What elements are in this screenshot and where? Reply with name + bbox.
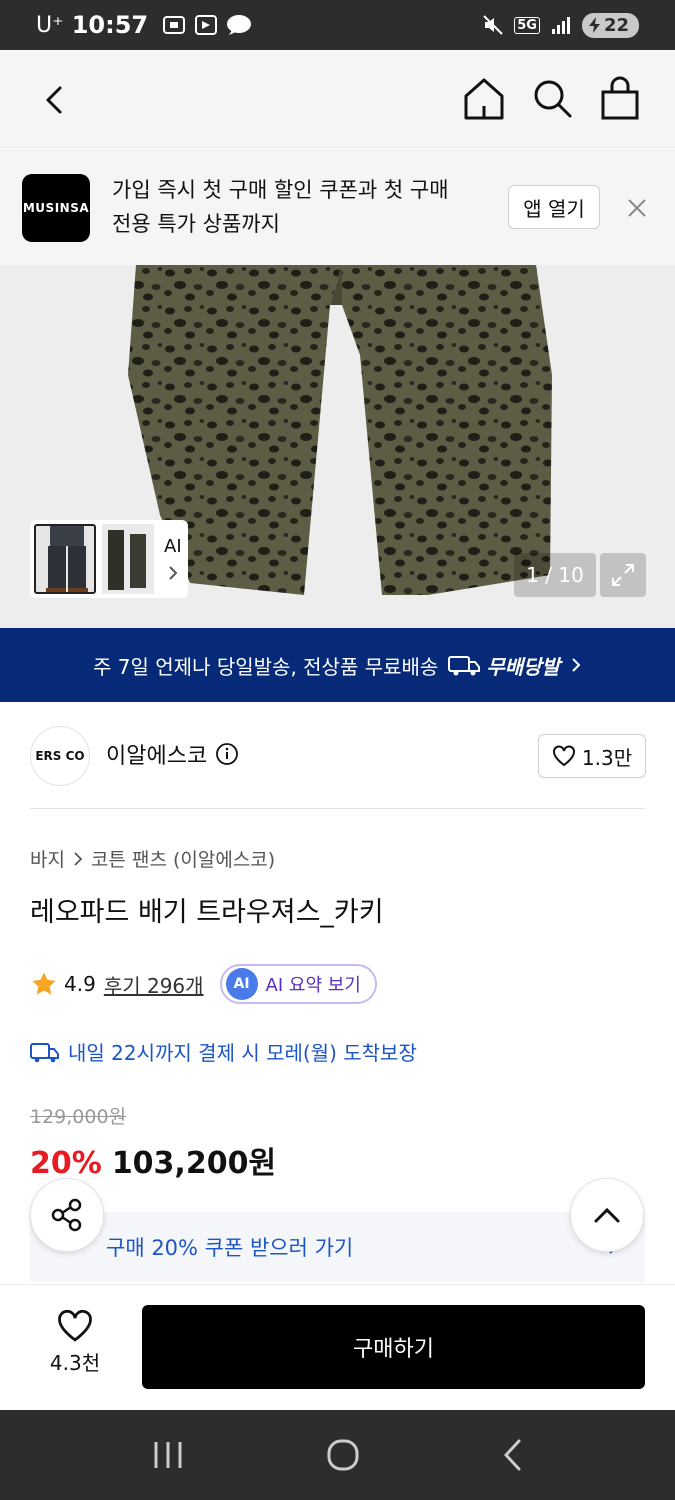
bottom-action-bar: 4.3천 구매하기 xyxy=(0,1284,675,1410)
ai-summary-button[interactable]: AI AI 요약 보기 xyxy=(219,964,377,1004)
brand-like-count: 1.3만 xyxy=(581,745,633,770)
open-app-button[interactable]: 앱 열기 xyxy=(508,185,600,229)
close-icon[interactable] xyxy=(624,195,650,221)
delivery-text: 내일 22시까지 결제 시 모레(월) 도착보장 xyxy=(68,1041,417,1065)
carrier-label: U⁺ xyxy=(36,12,64,38)
android-nav-bar xyxy=(0,1410,675,1500)
shopping-bag-icon[interactable] xyxy=(598,76,642,122)
status-time: 10:57 xyxy=(71,11,149,39)
model-figure-icon xyxy=(46,526,88,592)
heart-icon xyxy=(552,745,575,767)
home-nav-icon[interactable] xyxy=(326,1438,360,1472)
back-nav-icon[interactable] xyxy=(501,1438,525,1472)
delivery-truck-icon xyxy=(448,656,481,676)
shipping-promo-strip[interactable]: 주 7일 언제나 당일발송, 전상품 무료배송 무배당발 xyxy=(0,628,675,702)
buy-button[interactable]: 구매하기 xyxy=(142,1305,645,1389)
battery-level: 22 xyxy=(603,14,629,36)
search-icon[interactable] xyxy=(530,76,574,122)
breadcrumb-category[interactable]: 바지 xyxy=(30,845,65,872)
reviews-link[interactable]: 후기 296개 xyxy=(104,970,204,999)
chevron-up-icon xyxy=(594,1207,620,1223)
top-nav xyxy=(0,50,675,148)
ai-chip-label: AI xyxy=(164,535,182,557)
signal-icon xyxy=(551,17,570,34)
charging-icon xyxy=(588,16,600,33)
ai-badge: AI xyxy=(225,968,258,1000)
status-bar: U⁺ 10:57 5G 22 xyxy=(0,0,675,50)
chat-icon xyxy=(227,15,252,35)
original-price: 129,000원 xyxy=(30,1106,127,1128)
wish-button[interactable]: 4.3천 xyxy=(30,1309,120,1376)
delivery-truck-icon xyxy=(30,1042,59,1062)
musinsa-logo: MUSINSA xyxy=(22,174,90,242)
back-icon[interactable] xyxy=(36,78,76,122)
heart-icon xyxy=(58,1309,92,1342)
divider xyxy=(30,808,645,809)
scroll-top-button[interactable] xyxy=(570,1178,644,1252)
thumbnail-model-image[interactable] xyxy=(34,524,96,594)
banner-message-line2: 전용 특가 상품까지 xyxy=(112,212,280,236)
ai-summary-label: AI 요약 보기 xyxy=(265,975,361,996)
share-button[interactable] xyxy=(30,1178,104,1252)
app-install-banner: MUSINSA 가입 즉시 첫 구매 할인 쿠폰과 첫 구매 전용 특가 상품까… xyxy=(0,149,675,265)
product-gallery[interactable]: MUSINSA 가입 즉시 첫 구매 할인 쿠폰과 첫 구매 전용 특가 상품까… xyxy=(0,149,675,628)
battery-indicator: 22 xyxy=(581,12,639,38)
wish-count: 4.3천 xyxy=(49,1351,101,1375)
star-icon xyxy=(32,972,56,995)
banner-message: 가입 즉시 첫 구매 할인 쿠폰과 첫 구매 전용 특가 상품까지 xyxy=(112,173,482,241)
discount-rate: 20% xyxy=(30,1146,102,1181)
chevron-right-icon xyxy=(572,658,581,672)
brand-like-button[interactable]: 1.3만 xyxy=(538,734,646,778)
breadcrumb: 바지 코튼 팬츠 (이알에스코) xyxy=(30,845,275,872)
recent-apps-icon[interactable] xyxy=(151,1440,185,1470)
cast-icon xyxy=(195,15,218,35)
chevron-right-icon xyxy=(74,851,83,866)
rating-row: 4.9 후기 296개 AI AI 요약 보기 xyxy=(30,964,377,1004)
shipping-brand-label: 무배당발 xyxy=(486,654,560,679)
screenshot-icon xyxy=(163,16,186,34)
delivery-guarantee[interactable]: 내일 22시까지 결제 시 모레(월) 도착보장 xyxy=(30,1037,417,1066)
rating-score: 4.9 xyxy=(64,972,96,996)
expand-button[interactable] xyxy=(600,553,646,597)
network-type: 5G xyxy=(514,16,540,34)
pants-thumbnail-icon xyxy=(108,530,146,590)
chevron-right-icon xyxy=(169,565,178,580)
shipping-promo-text: 주 7일 언제나 당일발송, 전상품 무료배송 xyxy=(93,654,439,679)
brand-link[interactable]: 이알에스코 xyxy=(106,738,239,770)
coupon-banner[interactable]: 구매 20% 쿠폰 받으러 가기 xyxy=(30,1212,645,1282)
coupon-text: 구매 20% 쿠폰 받으러 가기 xyxy=(106,1236,354,1260)
price-row: 20% 103,200원 xyxy=(30,1138,276,1182)
breadcrumb-subcategory[interactable]: 코튼 팬츠 (이알에스코) xyxy=(91,845,275,872)
brand-name: 이알에스코 xyxy=(106,744,208,769)
thumbnail-strip[interactable]: AI xyxy=(30,520,188,598)
image-counter: 1 / 10 xyxy=(514,553,596,597)
info-icon[interactable] xyxy=(215,742,239,766)
banner-message-line1: 가입 즉시 첫 구매 할인 쿠폰과 첫 구매 xyxy=(112,178,449,202)
thumbnail-pants-image[interactable] xyxy=(102,524,154,594)
ai-similar-chip[interactable]: AI xyxy=(164,536,182,583)
brand-row: ERS CO 이알에스코 1.3만 xyxy=(30,726,646,786)
brand-avatar[interactable]: ERS CO xyxy=(30,726,90,786)
home-icon[interactable] xyxy=(462,76,506,122)
product-title: 레오파드 배기 트라우져스_카키 xyxy=(30,897,384,928)
expand-icon xyxy=(612,564,634,586)
mute-icon xyxy=(483,15,503,35)
sale-price: 103,200원 xyxy=(111,1146,277,1181)
share-icon xyxy=(51,1198,82,1232)
